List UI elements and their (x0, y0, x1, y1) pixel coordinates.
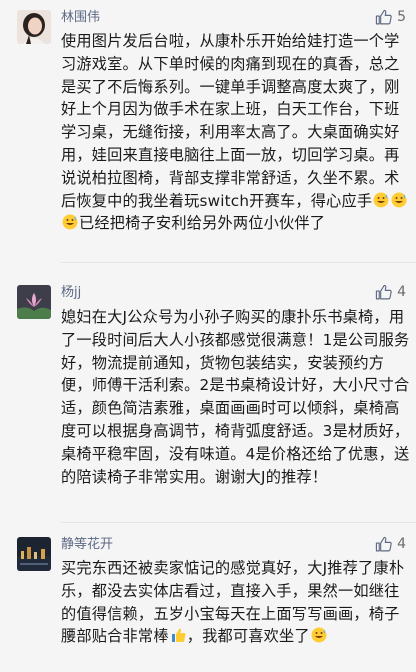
comment-text: 媳妇在大J公众号为小孙子购买的康扑乐书桌椅，用了一段时间后大人小孩都感觉很满意！… (61, 308, 410, 486)
grin-sweat-emoji-icon (311, 627, 327, 643)
divider (61, 522, 416, 523)
like-count: 4 (397, 284, 406, 300)
grin-sweat-emoji-icon (62, 214, 78, 230)
comment-text-body: 使用图片发后台啦，从康朴乐开始给娃打造一个学习游戏室。从下单时候的肉痛到现在的真… (61, 32, 400, 210)
like-button[interactable]: 5 (360, 7, 406, 27)
like-count: 4 (397, 536, 406, 552)
grin-sweat-emoji-icon (373, 192, 389, 208)
comment-username[interactable]: 静等花开 (61, 536, 113, 554)
grin-sweat-emoji-icon (391, 192, 407, 208)
avatar[interactable] (17, 10, 51, 44)
comment-username[interactable]: 杨jj (61, 284, 81, 302)
divider (61, 262, 416, 263)
thumb-up-icon (375, 284, 392, 299)
like-button[interactable]: 4 (360, 534, 406, 554)
comment-item: 静等花开 4 买完东西还被卖家惦记的感觉真好，大J推荐了康朴乐，都没去实体店看过… (0, 527, 416, 672)
like-button[interactable]: 4 (360, 282, 406, 302)
comment-item: 林围伟 5 使用图片发后台啦，从康朴乐开始给娃打造一个学习游戏室。从下单时候的肉… (0, 0, 416, 250)
comment-text-tail: ，我都可喜欢坐了 (186, 627, 310, 646)
thumb-up-icon (375, 536, 392, 551)
night-city-icon (17, 537, 51, 571)
thumbs-up-emoji-icon (170, 627, 186, 643)
comment-text-tail: 已经把椅子安利给另外两位小伙伴了 (79, 214, 326, 233)
comment-username[interactable]: 林围伟 (61, 9, 100, 27)
like-count: 5 (397, 9, 406, 25)
thumb-up-icon (375, 9, 392, 24)
comment-item: 杨jj 4 媳妇在大J公众号为小孙子购买的康扑乐书桌椅，用了一段时间后大人小孩都… (0, 272, 416, 522)
avatar[interactable] (17, 285, 51, 319)
comment-text: 买完东西还被卖家惦记的感觉真好，大J推荐了康朴乐，都没去实体店看过，直接入手，果… (61, 557, 411, 648)
lotus-flower-icon (17, 285, 51, 319)
woman-photo-icon (17, 10, 51, 44)
comment-text: 使用图片发后台啦，从康朴乐开始给娃打造一个学习游戏室。从下单时候的肉痛到现在的真… (61, 30, 411, 235)
avatar[interactable] (17, 537, 51, 571)
